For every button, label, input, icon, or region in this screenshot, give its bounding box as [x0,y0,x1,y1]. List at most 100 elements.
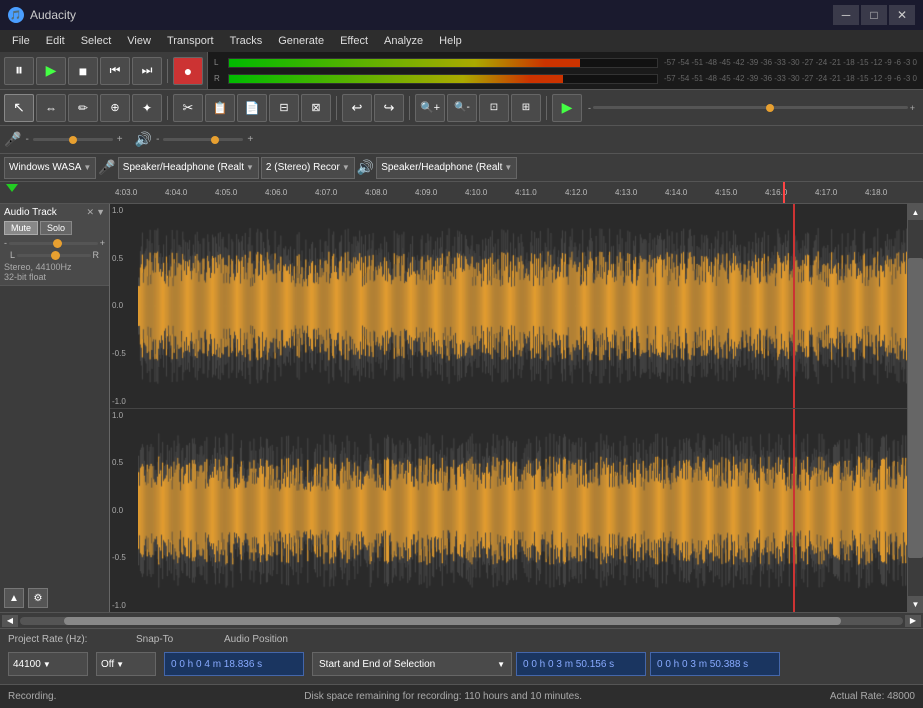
mic-volume-slider[interactable] [33,138,113,141]
speed-slider-track[interactable] [593,106,908,109]
pan-l: L [10,250,15,260]
vscroll-down[interactable]: ▼ [908,596,923,612]
trim-button[interactable]: ⊟ [269,94,299,122]
pan-thumb[interactable] [51,251,60,260]
stop-button[interactable]: ■ [68,57,98,85]
y--1.0: -1.0 [112,397,136,406]
mic-vol-min: - [25,134,28,145]
audio-position-value: 0 0 h 0 4 m 18.836 s [171,659,262,670]
pan-slider[interactable] [17,254,90,257]
ruler-4180: 4:18.0 [865,188,887,197]
menu-select[interactable]: Select [73,33,120,49]
menu-edit[interactable]: Edit [38,33,73,49]
mic-arrow: ▼ [246,163,254,172]
y-axis-top: 1.0 0.5 0.0 -0.5 -1.0 [110,204,138,408]
hscroll-left[interactable]: ◀ [2,615,18,627]
draw-tool-button[interactable]: ✏ [68,94,98,122]
menu-generate[interactable]: Generate [270,33,332,49]
volume-thumb[interactable] [53,239,62,248]
output-icon[interactable]: 🔊 [357,159,374,176]
sep3 [336,96,337,120]
paste-button[interactable]: 📄 [237,94,267,122]
pause-button[interactable]: ⏸ [4,57,34,85]
menu-help[interactable]: Help [431,33,470,49]
project-rate-label: Project Rate (Hz): [8,634,128,645]
sel-end-field[interactable]: 0 0 h 0 3 m 50.388 s [650,652,780,676]
mic-device-icon[interactable]: 🎤 [98,159,115,176]
project-rate-value: 44100 [13,659,41,670]
speaker-icon[interactable]: 🔊 [135,131,152,148]
waveform-bottom: 1.0 0.5 0.0 -0.5 -1.0 [110,409,907,613]
zoom-in-button[interactable]: 🔍+ [415,94,445,122]
statusbar: Recording. Disk space remaining for reco… [0,684,923,708]
prev-button[interactable]: ⏮ [100,57,130,85]
snap-to-select[interactable]: Off ▼ [96,652,156,676]
playhead-top [793,204,795,408]
track-close[interactable]: ✕ [87,207,95,218]
solo-button[interactable]: Solo [40,221,72,235]
play-at-speed-button[interactable]: ▶ [552,94,582,122]
selection-mode-select[interactable]: Start and End of Selection ▼ [312,652,512,676]
mic-icon[interactable]: 🎤 [4,131,21,148]
project-rate-select[interactable]: 44100 ▼ [8,652,88,676]
host-select[interactable]: Windows WASA ▼ [4,157,96,179]
menu-view[interactable]: View [119,33,159,49]
menu-file[interactable]: File [4,33,38,49]
maximize-button[interactable]: □ [861,5,887,25]
mic-slider-thumb[interactable] [69,136,77,144]
menu-tracks[interactable]: Tracks [222,33,271,49]
hscroll-thumb[interactable] [64,617,841,625]
next-button[interactable]: ⏭ [132,57,162,85]
sel-start-field[interactable]: 0 0 h 0 3 m 50.156 s [516,652,646,676]
track-expand-button[interactable]: ▲ [4,588,24,608]
mute-button[interactable]: Mute [4,221,38,235]
channels-select[interactable]: 2 (Stereo) Recor ▼ [261,157,355,179]
waveform-area: 1.0 0.5 0.0 -0.5 -1.0 1.0 0.5 0.0 -0.5 [110,204,907,612]
vscroll-thumb[interactable] [908,258,923,559]
envelope-tool-button[interactable]: ⇔ [36,94,66,122]
hscroll-right[interactable]: ▶ [905,615,921,627]
redo-button[interactable]: ↪ [374,94,404,122]
snap-arrow: ▼ [116,660,124,669]
vscroll-up[interactable]: ▲ [908,204,923,220]
vscroll-track[interactable] [908,220,923,596]
minimize-button[interactable]: ─ [833,5,859,25]
close-button[interactable]: ✕ [889,5,915,25]
menu-effect[interactable]: Effect [332,33,376,49]
speed-slider-thumb[interactable] [766,104,774,112]
select-tool-button[interactable]: ↖ [4,94,34,122]
track-info-1: Stereo, 44100Hz [4,262,105,272]
copy-button[interactable]: 📋 [205,94,235,122]
cut-button[interactable]: ✂ [173,94,203,122]
ruler-4100: 4:10.0 [465,188,487,197]
selection-mode-value: Start and End of Selection [319,659,435,670]
ruler-4080: 4:08.0 [365,188,387,197]
vu-scale-right: -57 -54 -51 -48 -45 -42 -39 -36 -33 -30 … [664,58,917,67]
play-button[interactable]: ▶ [36,57,66,85]
zoom-tool-button[interactable]: ⊕ [100,94,130,122]
audio-position-field[interactable]: 0 0 h 0 4 m 18.836 s [164,652,304,676]
ruler-4090: 4:09.0 [415,188,437,197]
undo-button[interactable]: ↩ [342,94,372,122]
track-dropdown-arrow[interactable]: ▼ [96,207,105,218]
vu-scale-right2: -57 -54 -51 -48 -45 -42 -39 -36 -33 -30 … [664,74,917,83]
status-recording: Recording. [8,691,56,702]
menu-analyze[interactable]: Analyze [376,33,431,49]
track-settings-button[interactable]: ⚙ [28,588,48,608]
mic-select[interactable]: Speaker/Headphone (Realt ▼ [118,157,259,179]
zoom-sel-button[interactable]: ⊞ [511,94,541,122]
spk-slider-thumb[interactable] [211,136,219,144]
record-button[interactable]: ● [173,57,203,85]
silence-button[interactable]: ⊠ [301,94,331,122]
hscroll-track[interactable] [20,617,903,625]
zoom-fit-button[interactable]: ⊡ [479,94,509,122]
spk-volume-slider[interactable] [163,138,243,141]
vertical-scrollbar[interactable]: ▲ ▼ [907,204,923,612]
timeshift-tool-button[interactable]: ✦ [132,94,162,122]
volume-slider[interactable] [9,242,98,245]
ruler-4040: 4:04.0 [165,188,187,197]
menu-transport[interactable]: Transport [159,33,222,49]
mic-vol-max: + [117,134,123,145]
zoom-out-button[interactable]: 🔍- [447,94,477,122]
output-select[interactable]: Speaker/Headphone (Realt ▼ [376,157,517,179]
